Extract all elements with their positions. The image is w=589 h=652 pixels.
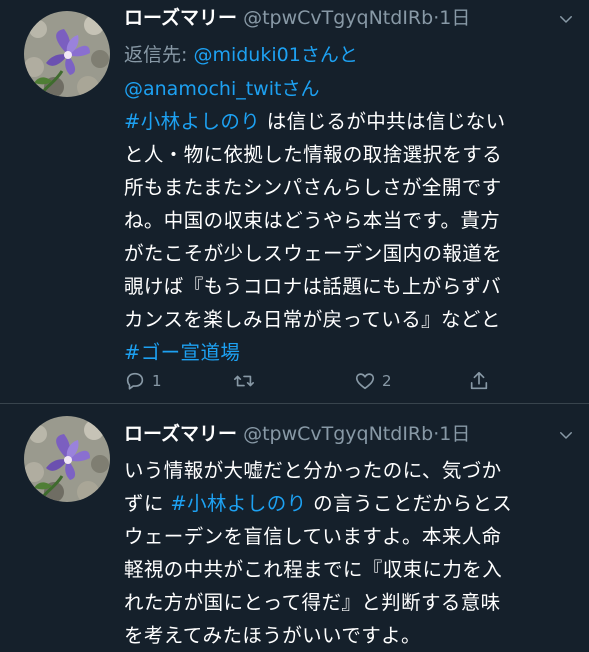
text-line: #小林よしのり は信じるが中共は信じない (124, 105, 564, 138)
text-line: カンスを楽しみ日常が戻っている』などと (124, 303, 564, 336)
user-handle[interactable]: @tpwCvTgyqNtdIRb (243, 423, 433, 445)
display-name[interactable]: ローズマリー (124, 423, 237, 445)
mention-link[interactable]: @miduki01 (193, 44, 300, 66)
tweet[interactable]: ローズマリー @tpwCvTgyqNtdIRb·1日 いう情報が大嘘だと分かったの… (0, 404, 589, 647)
hashtag-link[interactable]: #小林よしのり (124, 110, 260, 133)
timestamp[interactable]: 1日 (439, 7, 470, 29)
text: ずに (124, 492, 171, 515)
mention-link[interactable]: @anamochi_twit (124, 78, 281, 100)
reply-icon (126, 372, 144, 390)
share-icon (470, 371, 488, 390)
text-line: がたこそが少しスウェーデン国内の報道を (124, 237, 564, 270)
share-button[interactable] (468, 366, 490, 396)
text: 軽視の中共がこれ程までに『収束に力を入 (124, 558, 503, 581)
like-button[interactable]: 2 (354, 366, 392, 396)
tweet-actions: 1 2 (124, 366, 564, 396)
retweet-icon (234, 375, 254, 387)
reply-count: 1 (152, 372, 162, 390)
hashtag-link[interactable]: #ゴー宣道場 (124, 341, 240, 364)
chevron-down-icon[interactable] (557, 426, 575, 444)
tweet-header: ローズマリー @tpwCvTgyqNtdIRb·1日 (124, 420, 470, 448)
text: 所もまたまたシンパさんらしさが全開です (124, 176, 502, 199)
retweet-button[interactable] (232, 366, 262, 396)
tweet-text: いう情報が大嘘だと分かったのに、気づか ずに #小林よしのり の言うことだからと… (124, 454, 564, 652)
text: は信じるが中共は信じない (260, 110, 506, 133)
text-line: 所もまたまたシンパさんらしさが全開です (124, 171, 564, 204)
like-count: 2 (382, 372, 392, 390)
like-icon (355, 373, 375, 390)
text: と人・物に依拠した情報の取捨選択をする (124, 143, 503, 166)
text-line: いう情報が大嘘だと分かったのに、気づか (124, 454, 564, 487)
text-line: を考えてみたほうがいいですよ。 (124, 619, 564, 652)
hashtag-link[interactable]: #小林よしのり (170, 492, 306, 515)
text: ね。中国の収束はどうやら本当です。貴方 (124, 209, 501, 232)
text: を考えてみたほうがいいですよ。 (124, 624, 421, 647)
user-handle[interactable]: @tpwCvTgyqNtdIRb (243, 7, 433, 29)
reply-button[interactable]: 1 (124, 366, 162, 396)
text-line: 軽視の中共がこれ程までに『収束に力を入 (124, 553, 564, 586)
tweet[interactable]: ローズマリー @tpwCvTgyqNtdIRb·1日 返信先: @miduki01… (0, 0, 589, 404)
text: ウェーデンを盲信していますよ。本来人命 (124, 525, 502, 548)
display-name[interactable]: ローズマリー (124, 7, 237, 29)
text: の言うことだからとス (306, 492, 513, 515)
text: れた方が国にとって得だ』と判断する意味 (124, 591, 501, 614)
reply-and[interactable]: さんと (301, 44, 358, 66)
tweet-header: ローズマリー @tpwCvTgyqNtdIRb·1日 (124, 4, 470, 32)
timestamp[interactable]: 1日 (439, 423, 470, 445)
reply-suffix[interactable]: さん (281, 78, 319, 100)
text-line: ウェーデンを盲信していますよ。本来人命 (124, 520, 564, 553)
text-line: と人・物に依拠した情報の取捨選択をする (124, 138, 564, 171)
tweet-text: #小林よしのり は信じるが中共は信じない と人・物に依拠した情報の取捨選択をする… (124, 105, 564, 369)
avatar[interactable] (24, 416, 110, 502)
text: 覗けば『もうコロナは話題にも上がらずバ (124, 275, 502, 298)
avatar[interactable] (24, 11, 110, 97)
text: いう情報が大嘘だと分かったのに、気づか (124, 459, 502, 482)
text-line: れた方が国にとって得だ』と判断する意味 (124, 586, 564, 619)
text: カンスを楽しみ日常が戻っている』などと (124, 308, 501, 331)
text-line: ずに #小林よしのり の言うことだからとス (124, 487, 564, 520)
text: がたこそが少しスウェーデン国内の報道を (124, 242, 503, 265)
reply-context: 返信先: @miduki01さんと @anamochi_twitさん (124, 38, 574, 106)
chevron-down-icon[interactable] (557, 10, 575, 28)
text-line: #ゴー宣道場 (124, 336, 564, 369)
reply-prefix: 返信先: (124, 44, 194, 66)
text-line: 覗けば『もうコロナは話題にも上がらずバ (124, 270, 564, 303)
text-line: ね。中国の収束はどうやら本当です。貴方 (124, 204, 564, 237)
